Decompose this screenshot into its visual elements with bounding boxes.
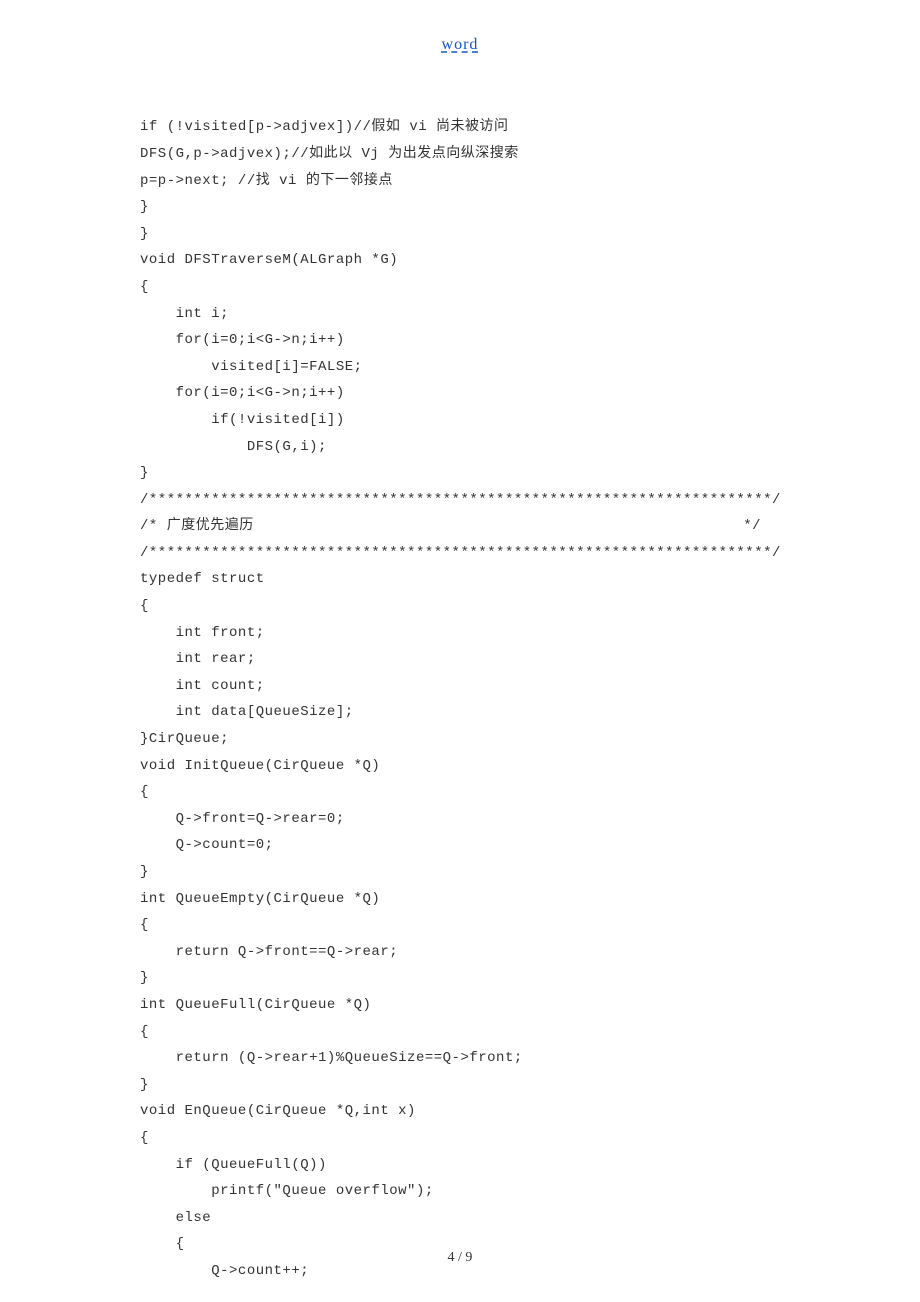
- code-block: if (!visited[p->adjvex])//假如 vi 尚未被访问 DF…: [0, 114, 920, 1284]
- header-link[interactable]: word: [0, 30, 920, 60]
- page-number: 4 / 9: [0, 1245, 920, 1272]
- document-page: word if (!visited[p->adjvex])//假如 vi 尚未被…: [0, 0, 920, 1302]
